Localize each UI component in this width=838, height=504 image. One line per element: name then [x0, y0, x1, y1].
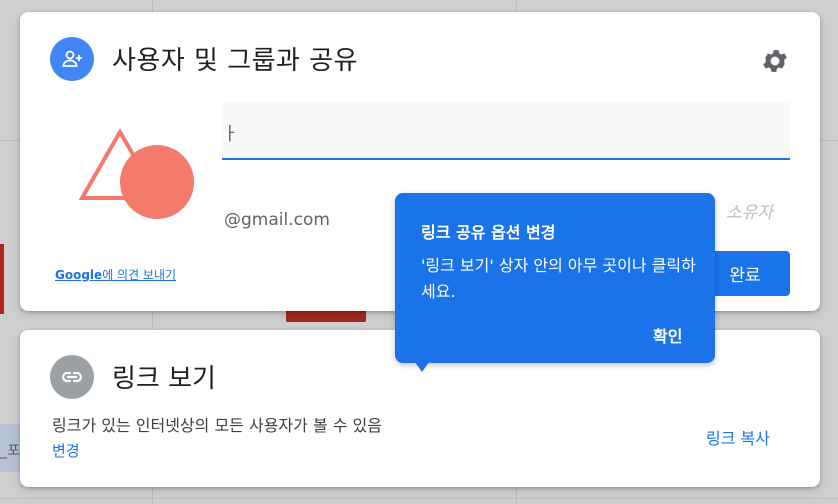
tooltip-arrow	[412, 358, 432, 372]
link-access-description: 링크가 있는 인터넷상의 모든 사용자가 볼 수 있음	[52, 416, 383, 435]
bg-gridline	[0, 498, 838, 499]
bg-red-block	[0, 244, 4, 314]
feedback-text: 에 의견 보내기	[102, 268, 177, 282]
change-link-access-button[interactable]: 변경	[52, 440, 80, 461]
tooltip-title: 링크 공유 옵션 변경	[421, 223, 556, 242]
gear-icon[interactable]	[760, 46, 790, 76]
copy-link-button[interactable]: 링크 복사	[706, 425, 770, 449]
add-people-field[interactable]	[222, 102, 790, 158]
feedback-brand: Google	[55, 268, 103, 282]
member-role-owner: 소유자	[726, 203, 773, 223]
link-icon	[50, 355, 94, 399]
input-partial-text: ㅏ	[222, 124, 239, 145]
add-people-input[interactable]: ㅏ	[222, 102, 790, 160]
share-illustration	[78, 124, 202, 224]
share-dialog-title: 사용자 및 그룹과 공유	[112, 46, 359, 76]
member-email: @gmail.com	[224, 210, 330, 230]
tooltip-body: '링크 보기' 상자 안의 아무 곳이나 클릭하세요.	[421, 256, 696, 301]
link-card-title: 링크 보기	[112, 364, 216, 394]
send-feedback-link[interactable]: Google에 의견 보내기	[55, 266, 176, 283]
tooltip-confirm-button[interactable]: 확인	[653, 323, 682, 347]
link-sharing-tooltip: 링크 공유 옵션 변경 '링크 보기' 상자 안의 아무 곳이나 클릭하세요. …	[395, 193, 715, 363]
add-person-icon	[50, 37, 94, 81]
bg-text: _포	[0, 443, 20, 459]
